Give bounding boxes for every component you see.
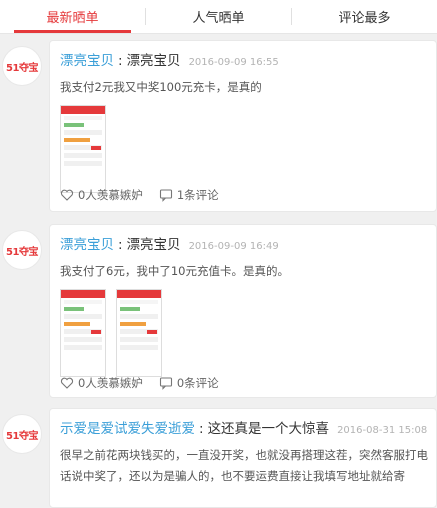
avatar[interactable]: 51夺宝 (2, 414, 42, 454)
avatar[interactable]: 51夺宝 (2, 230, 42, 270)
post-card[interactable]: 漂亮宝贝: 漂亮宝贝 2016-09-09 16:55 我支付2元我又中奖100元充… (49, 40, 437, 212)
post-time: 2016-09-09 16:55 (188, 57, 279, 68)
post-header: 示爱是爱试爱失爱逝爱: 这还真是一个大惊喜 2016-08-31 15:08 (60, 417, 427, 437)
colon-separator: : (199, 421, 204, 437)
likes-count[interactable]: 0人羡慕嫉妒 (78, 187, 143, 203)
post-header: 漂亮宝贝: 漂亮宝贝 2016-09-09 16:55 (60, 49, 279, 69)
tab-latest[interactable]: 最新晒单 (0, 0, 145, 33)
colon-separator: : (118, 237, 123, 253)
tab-bar: 最新晒单 人气晒单 评论最多 (0, 0, 437, 34)
likes-count[interactable]: 0人羡慕嫉妒 (78, 375, 143, 391)
site-logo: 51夺宝 (6, 430, 38, 442)
screenshot-thumbnail[interactable] (60, 105, 106, 193)
post-title: 漂亮宝贝 (126, 53, 181, 69)
post-card[interactable]: 示爱是爱试爱失爱逝爱: 这还真是一个大惊喜 2016-08-31 15:08 很早之… (49, 408, 437, 508)
heart-outline-icon[interactable] (60, 376, 74, 390)
post-title: 漂亮宝贝 (126, 237, 181, 253)
site-logo: 51夺宝 (6, 246, 38, 258)
comment-bubble-icon[interactable] (159, 188, 173, 202)
username-link[interactable]: 漂亮宝贝 (60, 53, 114, 69)
screenshot-thumbnail[interactable] (60, 289, 106, 377)
screenshot-thumbnail[interactable] (116, 289, 162, 377)
post-content: 我支付了6元，我中了10元充值卡。是真的。 (60, 264, 289, 278)
post-title: 这还真是一个大惊喜 (207, 421, 330, 437)
tab-most-comments[interactable]: 评论最多 (292, 0, 437, 33)
comment-bubble-icon[interactable] (159, 376, 173, 390)
post-time: 2016-08-31 15:08 (337, 425, 428, 436)
comments-count[interactable]: 0条评论 (177, 375, 219, 391)
post-time: 2016-09-09 16:49 (188, 241, 279, 252)
post-content: 很早之前花两块钱买的，一直没开奖，也就没再搭理这茬，突然客服打电话说中奖了，还以… (60, 448, 428, 483)
post-header: 漂亮宝贝: 漂亮宝贝 2016-09-09 16:49 (60, 233, 279, 253)
username-link[interactable]: 示爱是爱试爱失爱逝爱 (60, 421, 195, 437)
post-card[interactable]: 漂亮宝贝: 漂亮宝贝 2016-09-09 16:49 我支付了6元，我中了10元充… (49, 224, 437, 398)
avatar[interactable]: 51夺宝 (2, 46, 42, 86)
comments-count[interactable]: 1条评论 (177, 187, 219, 203)
tab-popular[interactable]: 人气晒单 (146, 0, 291, 33)
username-link[interactable]: 漂亮宝贝 (60, 237, 114, 253)
post-content: 我支付2元我又中奖100元充卡，是真的 (60, 80, 262, 94)
site-logo: 51夺宝 (6, 62, 38, 74)
post-actions: 0人羡慕嫉妒 1条评论 (60, 187, 219, 203)
colon-separator: : (118, 53, 123, 69)
heart-outline-icon[interactable] (60, 188, 74, 202)
post-actions: 0人羡慕嫉妒 0条评论 (60, 375, 219, 391)
